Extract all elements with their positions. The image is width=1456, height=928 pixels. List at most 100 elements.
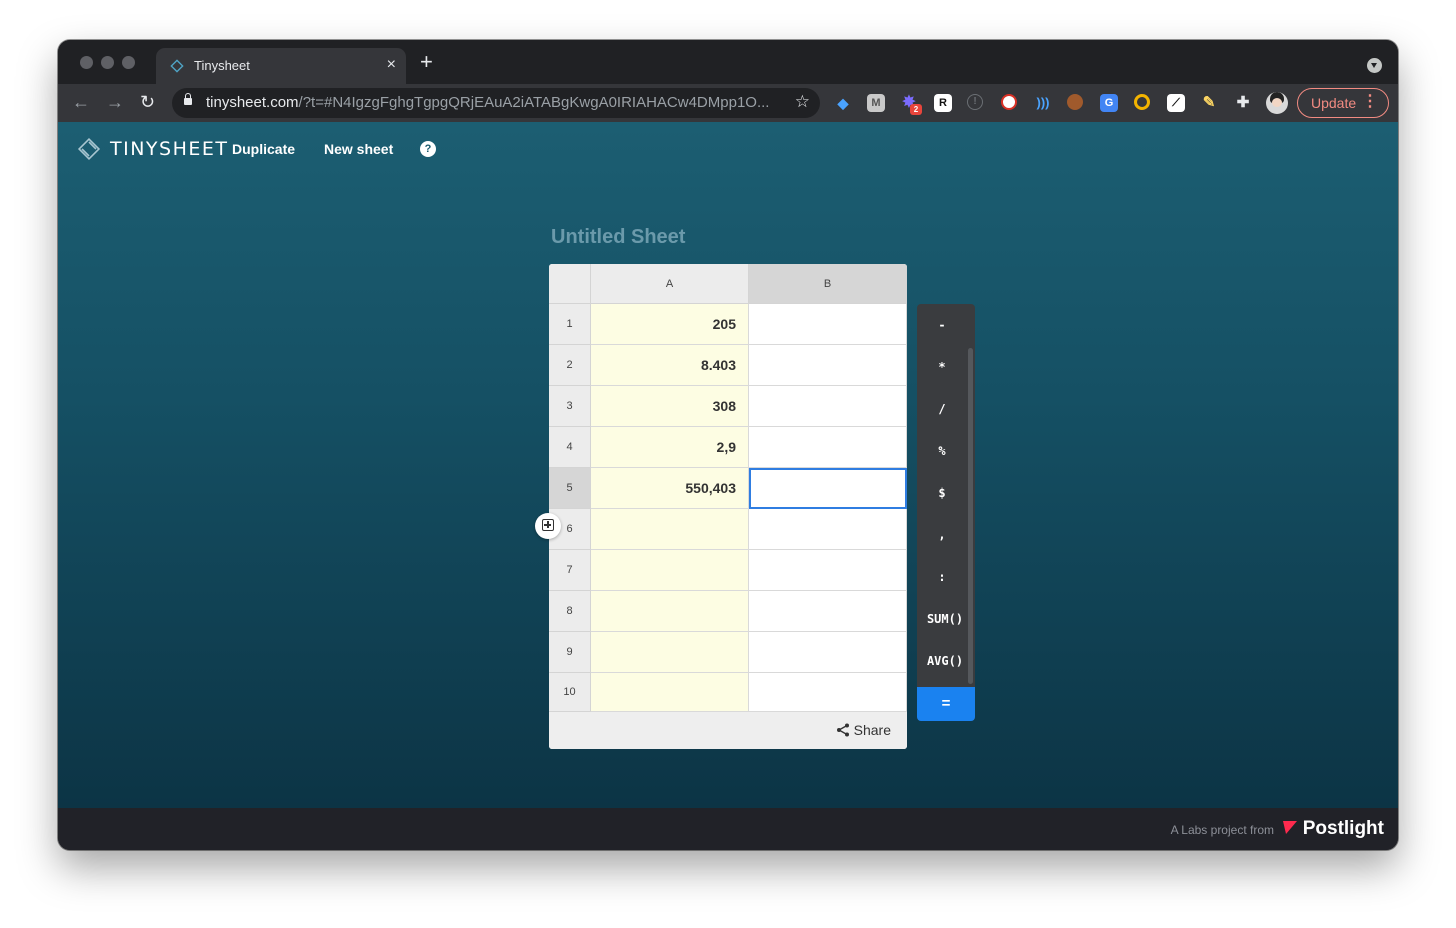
column-header-row: A B xyxy=(549,264,907,304)
diamond-extension-icon[interactable]: ◆ xyxy=(834,94,852,112)
row-header[interactable]: 2 xyxy=(549,345,591,386)
cell-b5-active[interactable] xyxy=(749,468,907,509)
key-colon[interactable]: : xyxy=(917,556,967,598)
cell-b4[interactable] xyxy=(749,427,907,468)
row-header[interactable]: 7 xyxy=(549,550,591,591)
cell-a3[interactable]: 308 xyxy=(591,386,749,427)
puzzle-extensions-icon[interactable]: ✚ xyxy=(1234,94,1252,112)
profile-avatar[interactable] xyxy=(1266,92,1288,114)
duplicate-link[interactable]: Duplicate xyxy=(232,141,295,157)
cell-b10[interactable] xyxy=(749,673,907,712)
formula-keypad: - * / % $ , : SUM() AVG() = xyxy=(917,304,975,721)
browser-toolbar: ← → ↻ tinysheet.com/?t=#N4IgzgFghgTgpgQR… xyxy=(58,84,1398,122)
keypad-scrollbar[interactable] xyxy=(968,348,973,684)
cell-b1[interactable] xyxy=(749,304,907,345)
table-row: 10 xyxy=(549,673,907,712)
tab-close-icon[interactable]: × xyxy=(387,56,396,74)
translate-extension-icon[interactable]: G xyxy=(1100,94,1118,112)
cell-a10[interactable] xyxy=(591,673,749,712)
minimize-window-button[interactable] xyxy=(101,56,114,69)
monkey-extension-icon[interactable] xyxy=(1067,94,1083,110)
table-row: 6 xyxy=(549,509,907,550)
spreadsheet-grid: A B 1 205 2 8.403 3 308 4 2,9 5 550,403 … xyxy=(549,264,907,749)
update-button[interactable]: Update ⋮ xyxy=(1297,88,1389,118)
tab-tinysheet[interactable]: Tinysheet × xyxy=(156,48,406,84)
sparkle-extension-icon[interactable]: ✸ 2 xyxy=(900,94,922,115)
key-divide[interactable]: / xyxy=(917,388,967,430)
bookmark-star-icon[interactable]: ☆ xyxy=(795,92,810,112)
cell-b7[interactable] xyxy=(749,550,907,591)
help-icon[interactable]: ? xyxy=(420,141,436,157)
new-sheet-link[interactable]: New sheet xyxy=(324,141,393,157)
brand-name[interactable]: TINYSHEET xyxy=(110,138,229,160)
tinysheet-logo-icon xyxy=(77,137,101,161)
tab-search-icon[interactable] xyxy=(1367,58,1382,73)
cell-a8[interactable] xyxy=(591,591,749,632)
new-tab-button[interactable]: + xyxy=(420,51,433,73)
add-row-icon xyxy=(542,519,554,531)
key-comma[interactable]: , xyxy=(917,514,967,556)
row-header[interactable]: 1 xyxy=(549,304,591,345)
extension-badge: 2 xyxy=(910,104,922,115)
cell-a1[interactable]: 205 xyxy=(591,304,749,345)
cell-b8[interactable] xyxy=(749,591,907,632)
postlight-link[interactable]: Postlight xyxy=(1303,818,1384,840)
share-icon xyxy=(836,723,849,737)
row-header[interactable]: 3 xyxy=(549,386,591,427)
cell-b9[interactable] xyxy=(749,632,907,673)
table-row: 2 8.403 xyxy=(549,345,907,386)
key-sum[interactable]: SUM() xyxy=(917,598,973,640)
key-minus[interactable]: - xyxy=(917,304,967,346)
tinysheet-favicon-icon xyxy=(170,59,184,73)
close-window-button[interactable] xyxy=(80,56,93,69)
edit-extension-icon[interactable]: ⟋ xyxy=(1167,94,1185,112)
row-header[interactable]: 4 xyxy=(549,427,591,468)
key-percent[interactable]: % xyxy=(917,430,967,472)
cell-b3[interactable] xyxy=(749,386,907,427)
column-header-b[interactable]: B xyxy=(749,264,907,304)
key-dollar[interactable]: $ xyxy=(917,472,967,514)
info-extension-icon[interactable]: ! xyxy=(967,94,983,110)
app-content: TINYSHEET Duplicate New sheet ? Untitled… xyxy=(58,122,1398,808)
sheet-footer: Share xyxy=(549,712,907,749)
url-text[interactable]: tinysheet.com/?t=#N4IgzgFghgTgpgQRjEAuA2… xyxy=(206,94,782,111)
reload-icon[interactable]: ↻ xyxy=(140,92,155,112)
highlighter-extension-icon[interactable]: ✎ xyxy=(1200,94,1218,112)
back-arrow-icon[interactable]: ← xyxy=(72,92,90,112)
cell-a6[interactable] xyxy=(591,509,749,550)
cell-a5[interactable]: 550,403 xyxy=(591,468,749,509)
forward-arrow-icon[interactable]: → xyxy=(106,92,124,112)
insert-row-button[interactable] xyxy=(535,513,561,539)
row-header[interactable]: 9 xyxy=(549,632,591,673)
cell-a9[interactable] xyxy=(591,632,749,673)
cell-a2[interactable]: 8.403 xyxy=(591,345,749,386)
row-header[interactable]: 8 xyxy=(549,591,591,632)
key-equals[interactable]: = xyxy=(917,687,975,721)
page-footer: A Labs project from Postlight xyxy=(58,808,1398,850)
table-row: 3 308 xyxy=(549,386,907,427)
key-avg[interactable]: AVG() xyxy=(917,640,973,682)
address-bar[interactable]: tinysheet.com/?t=#N4IgzgFghgTgpgQRjEAuA2… xyxy=(172,88,820,118)
row-header-selected[interactable]: 5 xyxy=(549,468,591,509)
cell-b2[interactable] xyxy=(749,345,907,386)
cell-a7[interactable] xyxy=(591,550,749,591)
m-extension-icon[interactable]: M xyxy=(867,94,885,112)
share-button[interactable]: Share xyxy=(836,722,891,738)
wave-extension-icon[interactable]: ))) xyxy=(1034,94,1052,112)
color-wheel-extension-icon[interactable] xyxy=(1134,94,1150,110)
cell-a4[interactable]: 2,9 xyxy=(591,427,749,468)
r-extension-icon[interactable]: R xyxy=(934,94,952,112)
sheet-title[interactable]: Untitled Sheet xyxy=(551,226,685,249)
maximize-window-button[interactable] xyxy=(122,56,135,69)
row-header[interactable]: 10 xyxy=(549,673,591,712)
cell-b6[interactable] xyxy=(749,509,907,550)
grid-corner xyxy=(549,264,591,304)
table-row: 7 xyxy=(549,550,907,591)
column-header-a[interactable]: A xyxy=(591,264,749,304)
postlight-logo-icon xyxy=(1283,821,1297,834)
browser-window: Tinysheet × + ← → ↻ tinysheet.com/?t=#N4… xyxy=(58,40,1398,850)
key-multiply[interactable]: * xyxy=(917,346,967,388)
table-row: 8 xyxy=(549,591,907,632)
lock-icon xyxy=(184,93,192,107)
pokeball-extension-icon[interactable] xyxy=(1001,94,1017,110)
